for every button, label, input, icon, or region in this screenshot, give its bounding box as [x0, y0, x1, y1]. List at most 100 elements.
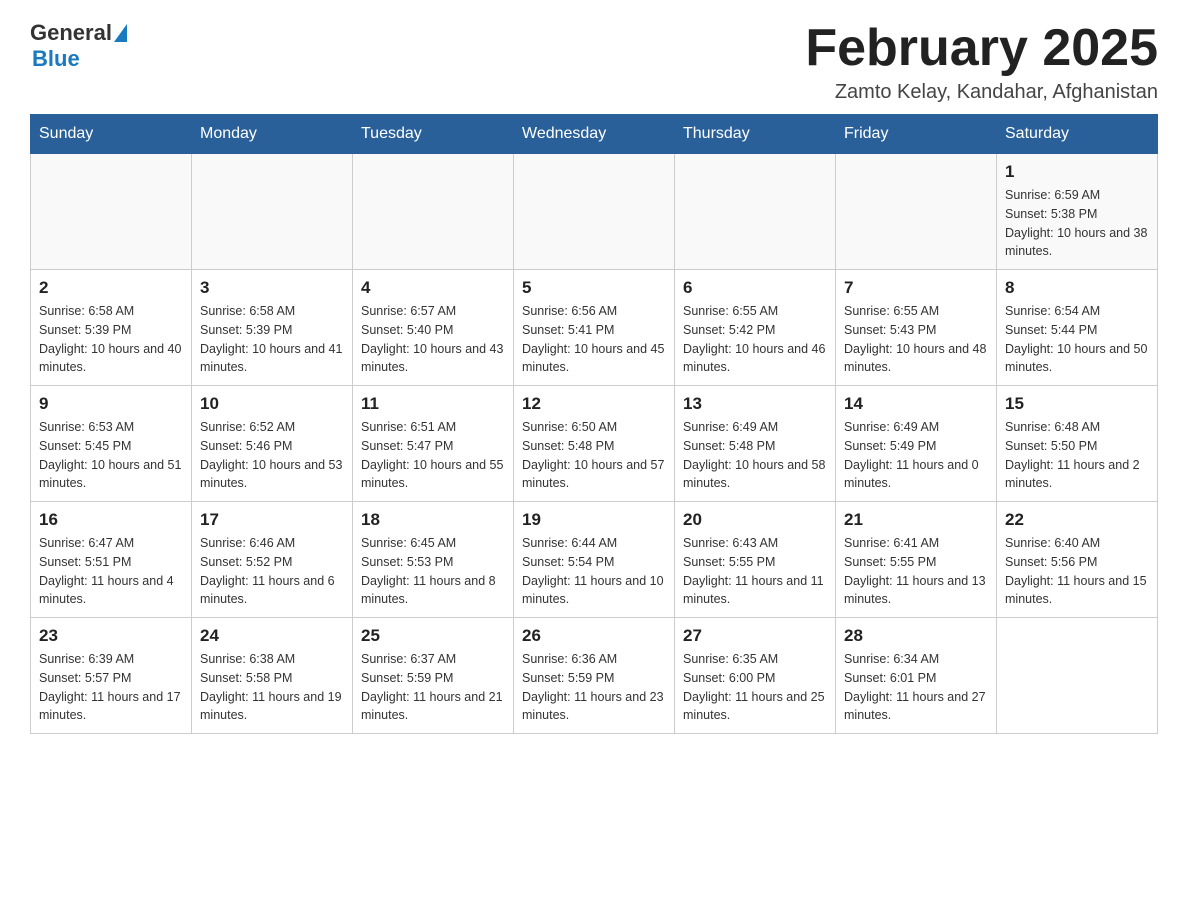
- calendar-cell: 10 Sunrise: 6:52 AM Sunset: 5:46 PM Dayli…: [192, 386, 353, 502]
- day-info: Sunrise: 6:49 AM Sunset: 5:48 PM Dayligh…: [683, 418, 827, 493]
- day-info: Sunrise: 6:53 AM Sunset: 5:45 PM Dayligh…: [39, 418, 183, 493]
- calendar-cell: 27 Sunrise: 6:35 AM Sunset: 6:00 PM Dayli…: [675, 618, 836, 734]
- month-title: February 2025: [805, 20, 1158, 77]
- day-number: 8: [1005, 278, 1149, 298]
- calendar-cell: [836, 154, 997, 270]
- logo-general-text: General: [30, 20, 112, 46]
- day-number: 6: [683, 278, 827, 298]
- day-info: Sunrise: 6:51 AM Sunset: 5:47 PM Dayligh…: [361, 418, 505, 493]
- day-info: Sunrise: 6:55 AM Sunset: 5:42 PM Dayligh…: [683, 302, 827, 377]
- week-row: 2 Sunrise: 6:58 AM Sunset: 5:39 PM Daylig…: [31, 270, 1158, 386]
- calendar-cell: 26Sunrise: 6:36 AM Sunset: 5:59 PM Dayli…: [514, 618, 675, 734]
- day-info: Sunrise: 6:50 AM Sunset: 5:48 PM Dayligh…: [522, 418, 666, 493]
- calendar-cell: 20 Sunrise: 6:43 AM Sunset: 5:55 PM Dayli…: [675, 502, 836, 618]
- location-title: Zamto Kelay, Kandahar, Afghanistan: [805, 81, 1158, 104]
- day-number: 1: [1005, 162, 1149, 182]
- calendar-cell: 21 Sunrise: 6:41 AM Sunset: 5:55 PM Dayli…: [836, 502, 997, 618]
- calendar-cell: 5Sunrise: 6:56 AM Sunset: 5:41 PM Daylig…: [514, 270, 675, 386]
- day-info: Sunrise: 6:44 AM Sunset: 5:54 PM Dayligh…: [522, 534, 666, 609]
- day-number: 23: [39, 626, 183, 646]
- calendar-cell: 28 Sunrise: 6:34 AM Sunset: 6:01 PM Dayli…: [836, 618, 997, 734]
- day-info: Sunrise: 6:35 AM Sunset: 6:00 PM Dayligh…: [683, 650, 827, 725]
- calendar-cell: 1 Sunrise: 6:59 AM Sunset: 5:38 PM Daylig…: [997, 154, 1158, 270]
- calendar-cell: 12 Sunrise: 6:50 AM Sunset: 5:48 PM Dayli…: [514, 386, 675, 502]
- day-info: Sunrise: 6:39 AM Sunset: 5:57 PM Dayligh…: [39, 650, 183, 725]
- calendar-cell: 25Sunrise: 6:37 AM Sunset: 5:59 PM Dayli…: [353, 618, 514, 734]
- title-section: February 2025 Zamto Kelay, Kandahar, Afg…: [805, 20, 1158, 104]
- col-wednesday: Wednesday: [514, 115, 675, 154]
- day-info: Sunrise: 6:52 AM Sunset: 5:46 PM Dayligh…: [200, 418, 344, 493]
- day-number: 18: [361, 510, 505, 530]
- calendar-cell: 2 Sunrise: 6:58 AM Sunset: 5:39 PM Daylig…: [31, 270, 192, 386]
- day-number: 14: [844, 394, 988, 414]
- logo: General Blue: [30, 20, 127, 72]
- day-number: 2: [39, 278, 183, 298]
- day-number: 20: [683, 510, 827, 530]
- day-info: Sunrise: 6:47 AM Sunset: 5:51 PM Dayligh…: [39, 534, 183, 609]
- col-monday: Monday: [192, 115, 353, 154]
- day-info: Sunrise: 6:49 AM Sunset: 5:49 PM Dayligh…: [844, 418, 988, 493]
- day-number: 3: [200, 278, 344, 298]
- day-number: 10: [200, 394, 344, 414]
- day-info: Sunrise: 6:40 AM Sunset: 5:56 PM Dayligh…: [1005, 534, 1149, 609]
- day-info: Sunrise: 6:45 AM Sunset: 5:53 PM Dayligh…: [361, 534, 505, 609]
- header-row: Sunday Monday Tuesday Wednesday Thursday…: [31, 115, 1158, 154]
- calendar-cell: [675, 154, 836, 270]
- day-number: 21: [844, 510, 988, 530]
- col-sunday: Sunday: [31, 115, 192, 154]
- calendar-cell: 22 Sunrise: 6:40 AM Sunset: 5:56 PM Dayli…: [997, 502, 1158, 618]
- calendar-cell: 7 Sunrise: 6:55 AM Sunset: 5:43 PM Daylig…: [836, 270, 997, 386]
- week-row: 16 Sunrise: 6:47 AM Sunset: 5:51 PM Dayli…: [31, 502, 1158, 618]
- calendar-body: 1 Sunrise: 6:59 AM Sunset: 5:38 PM Daylig…: [31, 154, 1158, 734]
- day-number: 12: [522, 394, 666, 414]
- day-info: Sunrise: 6:43 AM Sunset: 5:55 PM Dayligh…: [683, 534, 827, 609]
- calendar-cell: 8 Sunrise: 6:54 AM Sunset: 5:44 PM Daylig…: [997, 270, 1158, 386]
- day-info: Sunrise: 6:58 AM Sunset: 5:39 PM Dayligh…: [39, 302, 183, 377]
- col-friday: Friday: [836, 115, 997, 154]
- calendar-cell: 4 Sunrise: 6:57 AM Sunset: 5:40 PM Daylig…: [353, 270, 514, 386]
- calendar-cell: [997, 618, 1158, 734]
- day-number: 19: [522, 510, 666, 530]
- day-number: 15: [1005, 394, 1149, 414]
- day-info: Sunrise: 6:54 AM Sunset: 5:44 PM Dayligh…: [1005, 302, 1149, 377]
- day-number: 13: [683, 394, 827, 414]
- day-info: Sunrise: 6:55 AM Sunset: 5:43 PM Dayligh…: [844, 302, 988, 377]
- col-thursday: Thursday: [675, 115, 836, 154]
- day-info: Sunrise: 6:57 AM Sunset: 5:40 PM Dayligh…: [361, 302, 505, 377]
- calendar-cell: 6 Sunrise: 6:55 AM Sunset: 5:42 PM Daylig…: [675, 270, 836, 386]
- week-row: 9 Sunrise: 6:53 AM Sunset: 5:45 PM Daylig…: [31, 386, 1158, 502]
- calendar-cell: 14 Sunrise: 6:49 AM Sunset: 5:49 PM Dayli…: [836, 386, 997, 502]
- calendar-header: Sunday Monday Tuesday Wednesday Thursday…: [31, 115, 1158, 154]
- calendar-cell: [192, 154, 353, 270]
- week-row: 23 Sunrise: 6:39 AM Sunset: 5:57 PM Dayli…: [31, 618, 1158, 734]
- calendar-cell: 16 Sunrise: 6:47 AM Sunset: 5:51 PM Dayli…: [31, 502, 192, 618]
- day-info: Sunrise: 6:37 AM Sunset: 5:59 PM Dayligh…: [361, 650, 505, 725]
- day-info: Sunrise: 6:58 AM Sunset: 5:39 PM Dayligh…: [200, 302, 344, 377]
- day-number: 16: [39, 510, 183, 530]
- day-number: 27: [683, 626, 827, 646]
- day-info: Sunrise: 6:56 AM Sunset: 5:41 PM Dayligh…: [522, 302, 666, 377]
- day-info: Sunrise: 6:34 AM Sunset: 6:01 PM Dayligh…: [844, 650, 988, 725]
- day-info: Sunrise: 6:41 AM Sunset: 5:55 PM Dayligh…: [844, 534, 988, 609]
- week-row: 1 Sunrise: 6:59 AM Sunset: 5:38 PM Daylig…: [31, 154, 1158, 270]
- day-info: Sunrise: 6:59 AM Sunset: 5:38 PM Dayligh…: [1005, 186, 1149, 261]
- page-header: General Blue February 2025 Zamto Kelay, …: [30, 20, 1158, 104]
- calendar-cell: [31, 154, 192, 270]
- day-number: 9: [39, 394, 183, 414]
- day-info: Sunrise: 6:48 AM Sunset: 5:50 PM Dayligh…: [1005, 418, 1149, 493]
- calendar-cell: 15 Sunrise: 6:48 AM Sunset: 5:50 PM Dayli…: [997, 386, 1158, 502]
- day-number: 4: [361, 278, 505, 298]
- calendar-cell: 17Sunrise: 6:46 AM Sunset: 5:52 PM Dayli…: [192, 502, 353, 618]
- day-number: 11: [361, 394, 505, 414]
- day-number: 22: [1005, 510, 1149, 530]
- calendar-cell: 9 Sunrise: 6:53 AM Sunset: 5:45 PM Daylig…: [31, 386, 192, 502]
- logo-blue-text: Blue: [32, 46, 80, 72]
- col-tuesday: Tuesday: [353, 115, 514, 154]
- day-number: 7: [844, 278, 988, 298]
- calendar-cell: [514, 154, 675, 270]
- calendar-cell: 3 Sunrise: 6:58 AM Sunset: 5:39 PM Daylig…: [192, 270, 353, 386]
- day-number: 24: [200, 626, 344, 646]
- calendar-cell: 11 Sunrise: 6:51 AM Sunset: 5:47 PM Dayli…: [353, 386, 514, 502]
- day-number: 28: [844, 626, 988, 646]
- calendar-cell: 23 Sunrise: 6:39 AM Sunset: 5:57 PM Dayli…: [31, 618, 192, 734]
